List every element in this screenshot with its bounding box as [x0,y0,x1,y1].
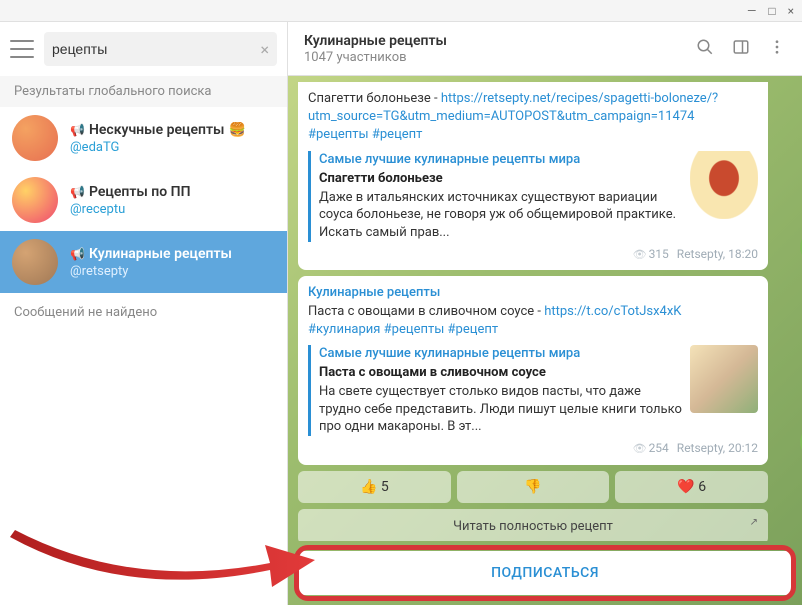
sidebar-toggle-icon[interactable] [732,38,750,60]
reaction-like[interactable]: 👍 5 [298,471,451,503]
preview-thumbnail [690,151,758,219]
result-title: Рецепты по ПП [89,184,191,200]
menu-button[interactable] [10,40,34,58]
result-handle: @receptu [70,202,275,217]
channel-icon: 📢 [70,123,85,137]
preview-site: Самые лучшие кулинарные рецепты мира [319,345,682,363]
chat-title[interactable]: Кулинарные рецепты [304,33,696,49]
chat-subtitle: 1047 участников [304,50,696,65]
subscribe-button[interactable]: ПОДПИСАТЬСЯ [298,551,792,595]
message-author: Retsepty, 18:20 [677,246,758,263]
window-maximize[interactable]: □ [768,4,775,18]
preview-title: Спагетти болоньезе [319,170,682,188]
avatar [12,239,58,285]
result-handle: @edaTG [70,140,275,155]
message-author: Retsepty, 20:12 [677,440,758,457]
clear-search-icon[interactable]: × [260,40,269,59]
channel-icon: 📢 [70,185,85,199]
read-full-recipe-button[interactable]: Читать полностью рецепт ↗ [298,509,768,541]
view-count: 254 [633,440,669,457]
view-count: 315 [633,246,669,263]
preview-site: Самые лучшие кулинарные рецепты мира [319,151,682,169]
search-box[interactable]: × [44,32,277,66]
chat-header: Кулинарные рецепты 1047 участников [288,22,802,76]
preview-desc: На свете существует столько видов пасты,… [319,383,682,436]
more-icon[interactable] [768,38,786,60]
message-text: Спагетти болоньезе - [308,91,441,106]
search-icon[interactable] [696,38,714,60]
window-titlebar: — □ × [0,0,802,22]
message-channel[interactable]: Кулинарные рецепты [308,284,758,302]
no-messages-label: Сообщений не найдено [0,293,287,332]
link-preview[interactable]: Самые лучшие кулинарные рецепты мира Спа… [308,151,758,242]
open-external-icon: ↗ [750,517,758,528]
result-title: Нескучные рецепты [89,122,224,138]
chat-area: Кулинарные рецепты 1047 участников Спаге… [288,22,802,605]
avatar [12,115,58,161]
preview-title: Паста с овощами в сливочном соусе [319,364,682,382]
hashtags[interactable]: #рецепты #рецепт [308,127,422,142]
result-item-edatg[interactable]: 📢Нескучные рецепты 🍔 @edaTG [0,107,287,169]
result-title: Кулинарные рецепты [89,246,232,262]
message-text: Паста с овощами в сливочном соусе - [308,304,544,319]
channel-icon: 📢 [70,247,85,261]
reactions-row: 👍 5 👎 ❤️ 6 [298,471,768,503]
message[interactable]: Спагетти болоньезе - https://retsepty.ne… [298,82,768,270]
result-item-retsepty[interactable]: 📢 Кулинарные рецепты @retsepty [0,231,287,293]
message-link[interactable]: https://t.co/cTotJsx4xK [544,304,681,319]
global-results-label: Результаты глобального поиска [0,76,287,107]
link-preview[interactable]: Самые лучшие кулинарные рецепты мира Пас… [308,345,758,436]
result-item-receptu[interactable]: 📢 Рецепты по ПП @receptu [0,169,287,231]
search-input[interactable] [52,41,260,57]
message[interactable]: Кулинарные рецепты Паста с овощами в сли… [298,276,768,464]
reaction-dislike[interactable]: 👎 [457,471,610,503]
result-handle: @retsepty [70,264,275,279]
reaction-heart[interactable]: ❤️ 6 [615,471,768,503]
hashtags[interactable]: #кулинария #рецепты #рецепт [308,322,498,337]
preview-desc: Даже в итальянских источниках существуют… [319,189,682,242]
sidebar: × Результаты глобального поиска 📢 Нескучн… [0,22,288,605]
avatar [12,177,58,223]
window-minimize[interactable]: — [747,4,756,18]
preview-thumbnail [690,345,758,413]
window-close[interactable]: × [788,4,794,18]
